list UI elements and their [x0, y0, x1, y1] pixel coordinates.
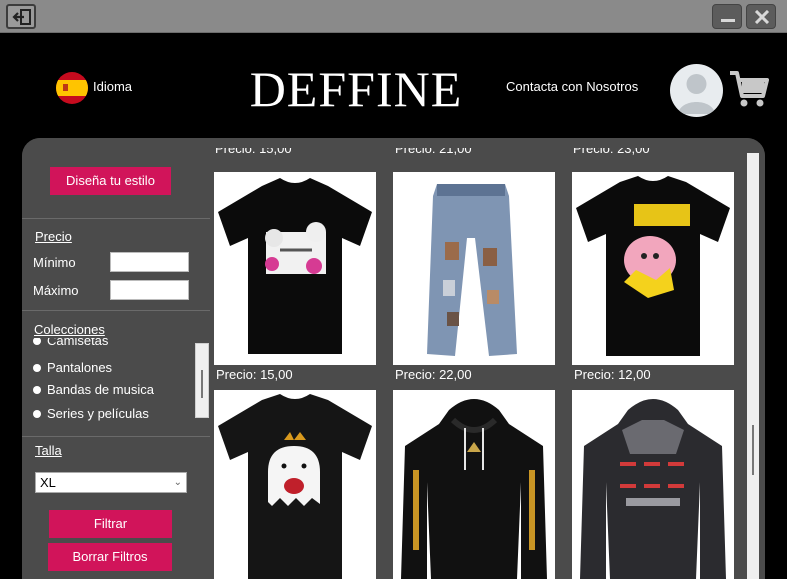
- contact-link[interactable]: Contacta con Nosotros: [506, 79, 638, 94]
- filter-sidebar: Diseña tu estilo Precio Mínimo Máximo Co…: [22, 138, 210, 579]
- product-card[interactable]: [572, 390, 734, 579]
- product-price: Precio: 15,00: [215, 148, 292, 156]
- language-label[interactable]: Idioma: [93, 79, 132, 94]
- max-price-input[interactable]: [110, 280, 189, 300]
- radio-icon: [33, 363, 41, 372]
- divider: [22, 218, 210, 219]
- jeans-icon: [427, 184, 517, 356]
- price-section-title: Precio: [35, 229, 72, 244]
- black-hoodie-icon: [401, 399, 547, 579]
- size-select[interactable]: XL ⌄: [35, 472, 187, 493]
- products-scrollbar[interactable]: [747, 153, 759, 579]
- window-titlebar: [0, 0, 787, 33]
- collection-option[interactable]: Pantalones: [33, 360, 112, 375]
- close-icon: [754, 10, 770, 24]
- product-price: Precio: 23,00: [573, 148, 650, 156]
- minimize-button[interactable]: [712, 4, 742, 29]
- shopping-cart-icon[interactable]: [728, 68, 770, 115]
- radio-icon: [33, 385, 41, 394]
- divider: [22, 310, 210, 311]
- acdc-hoodie-icon: [580, 399, 726, 579]
- collection-option[interactable]: Bandas de musica: [33, 382, 154, 397]
- product-price: Precio: 22,00: [395, 367, 472, 382]
- product-price: Precio: 12,00: [574, 367, 651, 382]
- back-button[interactable]: [6, 4, 36, 29]
- minimize-icon: [721, 19, 735, 22]
- design-style-button[interactable]: Diseña tu estilo: [50, 167, 171, 195]
- divider: [22, 436, 210, 437]
- main-panel: Diseña tu estilo Precio Mínimo Máximo Co…: [22, 138, 765, 579]
- ghost-tshirt-icon: [218, 394, 372, 579]
- product-card[interactable]: [572, 172, 734, 365]
- collection-option[interactable]: Series y películas: [33, 406, 149, 421]
- close-button[interactable]: [746, 4, 776, 29]
- chevron-down-icon: ⌄: [173, 477, 182, 488]
- collections-list: Camisetas Pantalones Bandas de musica Se…: [22, 338, 194, 424]
- spain-flag-icon[interactable]: [56, 72, 88, 104]
- kirby-tshirt-icon: [576, 176, 730, 356]
- collections-scrollbar[interactable]: [195, 343, 209, 418]
- radio-icon: [33, 338, 41, 345]
- back-arrow-icon: [12, 9, 31, 25]
- min-price-label: Mínimo: [33, 255, 76, 270]
- collections-section-title: Colecciones: [34, 322, 105, 337]
- collection-option[interactable]: Camisetas: [33, 338, 108, 348]
- product-card[interactable]: [393, 390, 555, 579]
- filter-button[interactable]: Filtrar: [49, 510, 172, 538]
- max-price-label: Máximo: [33, 283, 79, 298]
- user-avatar-icon[interactable]: [670, 64, 723, 117]
- brand-logo: DEFFINE: [249, 61, 463, 117]
- clear-filters-button[interactable]: Borrar Filtros: [48, 543, 172, 571]
- product-grid: Precio: 15,00 Precio: 21,00 Precio: 23,0…: [210, 138, 765, 579]
- size-section-title: Talla: [35, 443, 62, 458]
- product-price: Precio: 21,00: [395, 148, 472, 156]
- product-card[interactable]: [214, 390, 376, 579]
- radio-icon: [33, 409, 41, 418]
- min-price-input[interactable]: [110, 252, 189, 272]
- product-card[interactable]: [393, 172, 555, 365]
- product-price: Precio: 15,00: [216, 367, 293, 382]
- graphic-tshirt-icon: [218, 178, 372, 354]
- product-card[interactable]: [214, 172, 376, 365]
